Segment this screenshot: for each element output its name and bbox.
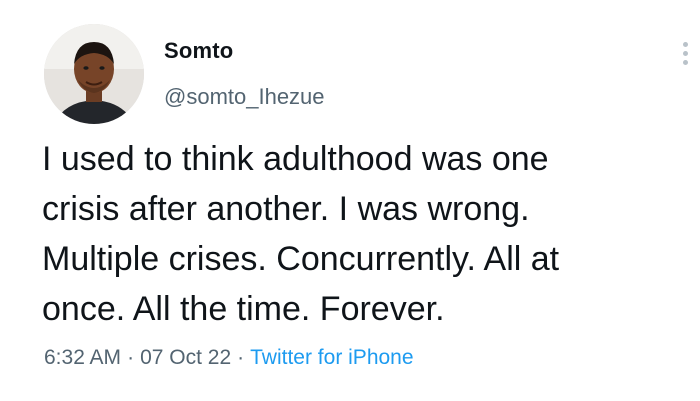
tweet-date[interactable]: 07 Oct 22 — [140, 346, 231, 369]
author-display-name[interactable]: Somto — [164, 38, 233, 64]
profile-photo-icon — [44, 24, 144, 124]
author-handle[interactable]: @somto_Ihezue — [164, 84, 325, 110]
meta-separator: · — [237, 346, 245, 369]
dot — [682, 51, 688, 56]
tweet-card: Somto @somto_Ihezue I used to think adul… — [0, 0, 700, 401]
tweet-text: I used to think adulthood was one crisis… — [42, 140, 560, 328]
tweet-metadata: 6:32 AM · 07 Oct 22 · Twitter for iPhone — [44, 346, 414, 370]
dot — [682, 42, 688, 47]
tweet-source-link[interactable]: Twitter for iPhone — [250, 346, 413, 369]
dot — [682, 60, 688, 65]
more-dots-icon[interactable] — [681, 42, 689, 72]
meta-separator: · — [127, 346, 135, 369]
avatar[interactable] — [44, 24, 144, 124]
tweet-time[interactable]: 6:32 AM — [44, 346, 121, 369]
